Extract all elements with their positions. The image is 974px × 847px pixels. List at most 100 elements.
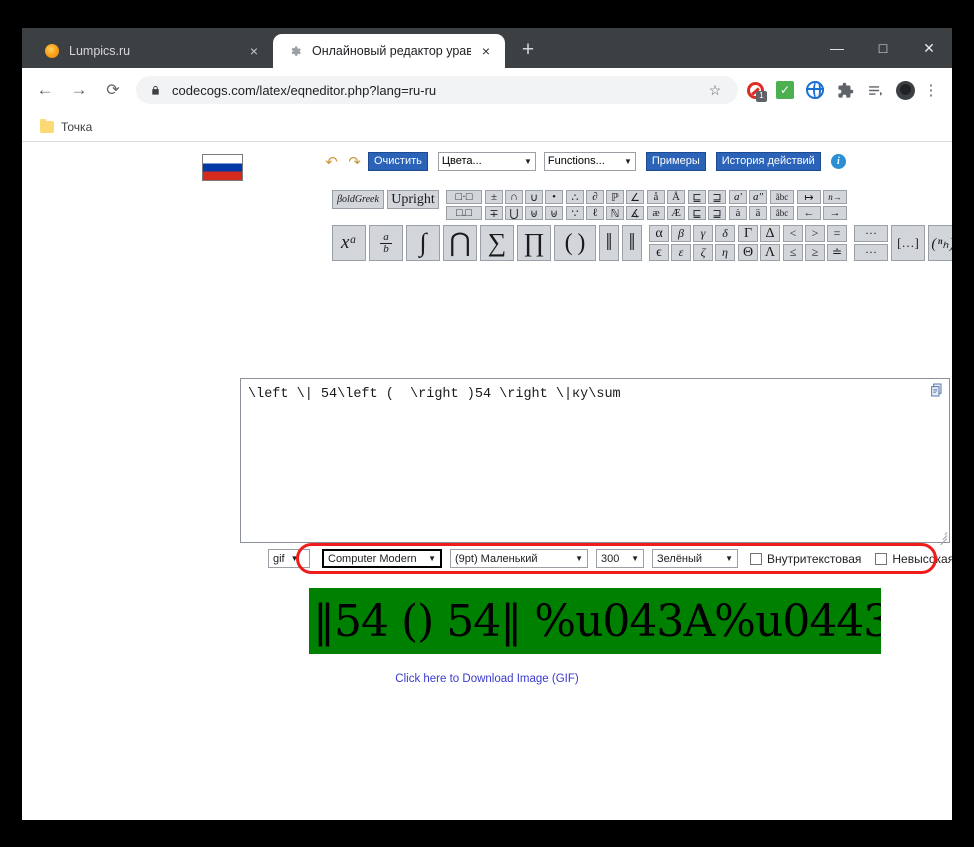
palette-cell[interactable]: ⊒ [708, 206, 726, 220]
palette-integral[interactable]: ∫ [406, 225, 440, 261]
address-bar[interactable]: codecogs.com/latex/eqneditor.php?lang=ru… [136, 76, 738, 104]
tab-lumpics[interactable]: Lumpics.ru × [30, 34, 273, 68]
history-button[interactable]: История действий [715, 152, 821, 171]
palette-cell[interactable]: Λ [760, 244, 780, 261]
palette-cell[interactable]: ⋃ [505, 206, 523, 220]
palette-cell[interactable]: ⊎ [525, 206, 543, 220]
palette-cell[interactable]: ≤ [783, 244, 803, 261]
short-checkbox-group[interactable]: Невысокая [875, 552, 952, 566]
palette-cell[interactable]: ãbc [770, 190, 794, 204]
close-icon[interactable]: × [245, 42, 263, 60]
palette-cell[interactable]: ℙ [606, 190, 624, 204]
palette-cell[interactable]: ≥ [805, 244, 825, 261]
resize-handle[interactable] [937, 530, 948, 546]
palette-cell[interactable]: ≐ [827, 244, 847, 261]
copy-icon[interactable] [929, 382, 945, 398]
palette-cell[interactable]: ∠ [626, 190, 644, 204]
palette-cell[interactable]: α [649, 225, 669, 242]
palette-product[interactable]: ∏ [517, 225, 551, 261]
palette-binomial[interactable]: ( ⁿₕ ) [928, 225, 952, 261]
redo-icon[interactable]: ↷ [345, 153, 364, 171]
back-icon[interactable]: ← [30, 75, 60, 105]
palette-cell[interactable]: ··· [854, 244, 888, 261]
palette-cell[interactable]: □.□ [446, 206, 482, 220]
download-image-link[interactable]: Click here to Download Image (GIF) [22, 673, 952, 685]
russian-flag-icon[interactable] [202, 154, 243, 181]
format-select[interactable]: gif ▼ [268, 549, 310, 568]
palette-cell[interactable]: ϵ [649, 244, 669, 261]
palette-cell[interactable]: ∪ [525, 190, 543, 204]
palette-cell[interactable]: η [715, 244, 735, 261]
palette-fraction[interactable]: ab [369, 225, 403, 261]
info-icon[interactable]: i [830, 154, 846, 169]
tab-eqneditor[interactable]: Онлайновый редактор уравнен × [273, 34, 505, 68]
latex-input-value[interactable]: \left \| 54\left ( \right )54 \right \|к… [248, 385, 925, 405]
palette-cell[interactable]: → [823, 206, 847, 220]
palette-cell[interactable]: δ [715, 225, 735, 242]
undo-icon[interactable]: ↶ [322, 153, 341, 171]
palette-cell[interactable]: ← [797, 206, 821, 220]
palette-cell[interactable]: • [545, 190, 563, 204]
palette-upright[interactable]: Upright [387, 190, 439, 209]
palette-cell[interactable]: □·□ [446, 190, 482, 204]
palette-cell[interactable]: ⊑ [688, 190, 706, 204]
palette-cell[interactable]: n→ [823, 190, 847, 204]
adblock-icon[interactable]: 1 [742, 77, 768, 103]
palette-cell[interactable]: ℕ [606, 206, 624, 220]
globe-icon[interactable] [802, 77, 828, 103]
forward-icon[interactable]: → [64, 75, 94, 105]
palette-cell[interactable]: ⊎ [545, 206, 563, 220]
palette-cell[interactable]: Æ [667, 206, 685, 220]
colors-select[interactable]: Цвета... ▼ [437, 152, 536, 171]
color-select[interactable]: Зелёный ▼ [652, 549, 738, 568]
checkmark-icon[interactable]: ✓ [772, 77, 798, 103]
palette-cell[interactable]: > [805, 225, 825, 242]
palette-cell[interactable]: β [671, 225, 691, 242]
avatar[interactable] [892, 77, 918, 103]
size-select[interactable]: (9pt) Маленький ▼ [450, 549, 588, 568]
dpi-select[interactable]: 300 ▼ [596, 549, 644, 568]
palette-cell[interactable]: ∡ [626, 206, 644, 220]
palette-cell[interactable]: Å [667, 190, 685, 204]
palette-cell[interactable]: ± [485, 190, 503, 204]
palette-parentheses[interactable]: ( ) [554, 225, 596, 261]
puzzle-extensions-icon[interactable] [832, 77, 858, 103]
palette-cell[interactable]: ε [671, 244, 691, 261]
palette-cell[interactable]: Θ [738, 244, 758, 261]
palette-cell[interactable]: a′ [729, 190, 747, 204]
palette-cell[interactable]: ∴ [566, 190, 584, 204]
palette-cell[interactable]: ⊑ [688, 206, 706, 220]
clear-button[interactable]: Очистить [368, 152, 428, 171]
close-window-button[interactable]: ✕ [906, 28, 952, 68]
palette-cell[interactable]: ∓ [485, 206, 503, 220]
palette-cell[interactable]: ∂ [586, 190, 604, 204]
palette-cell[interactable]: æ [647, 206, 665, 220]
palette-cell[interactable]: Γ [738, 225, 758, 242]
palette-cell[interactable]: ↦ [797, 190, 821, 204]
bookmark-star-icon[interactable]: ☆ [704, 82, 726, 99]
new-tab-button[interactable]: + [513, 35, 543, 65]
short-checkbox[interactable] [875, 552, 888, 565]
minimize-button[interactable]: — [814, 28, 860, 68]
palette-cell[interactable]: âbc [770, 206, 794, 220]
examples-button[interactable]: Примеры [645, 152, 706, 171]
palette-intersection[interactable]: ⋂ [443, 225, 477, 261]
palette-cell[interactable]: a″ [749, 190, 767, 204]
palette-cell[interactable]: ⊒ [708, 190, 726, 204]
palette-sum[interactable]: ∑ [480, 225, 514, 261]
palette-cell[interactable]: = [827, 225, 847, 242]
palette-cell[interactable]: ∩ [505, 190, 523, 204]
palette-cell[interactable]: < [783, 225, 803, 242]
browser-menu-icon[interactable]: ⋮ [920, 81, 942, 99]
palette-cell[interactable]: ∵ [566, 206, 584, 220]
palette-bold-greek[interactable]: βoldGreek [332, 190, 384, 209]
palette-cell[interactable]: γ [693, 225, 713, 242]
palette-cell[interactable]: Δ [760, 225, 780, 242]
inline-checkbox[interactable] [750, 552, 762, 565]
maximize-button[interactable]: □ [860, 28, 906, 68]
palette-cell[interactable]: ζ [693, 244, 713, 261]
palette-cell[interactable]: ȧ [729, 206, 747, 220]
palette-cell[interactable]: ä [749, 206, 767, 220]
latex-input-area[interactable]: \left \| 54\left ( \right )54 \right \|к… [240, 378, 950, 546]
palette-norm[interactable]: ‖ [599, 225, 619, 261]
